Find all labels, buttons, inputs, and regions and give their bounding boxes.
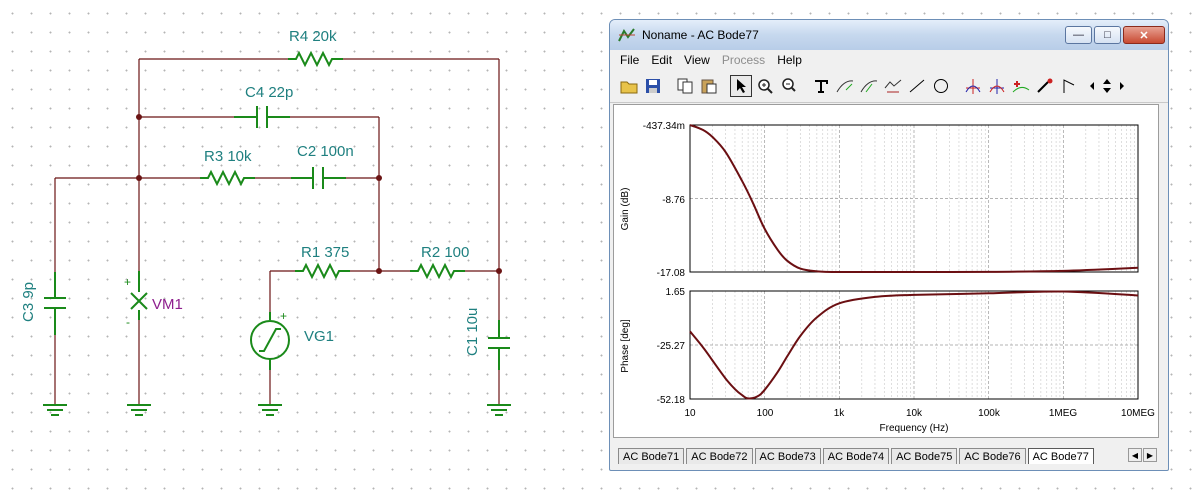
data-icon[interactable] (1010, 75, 1032, 97)
vm1-plus-sign: + (124, 275, 131, 289)
menu-file[interactable]: File (614, 53, 645, 67)
scroll-left-icon[interactable] (1086, 75, 1098, 97)
close-button[interactable]: ✕ (1123, 26, 1165, 44)
menu-edit[interactable]: Edit (645, 53, 678, 67)
tab-ac-bode76[interactable]: AC Bode76 (959, 448, 1026, 464)
phase-ytick-mid: -25.27 (657, 341, 686, 352)
menu-help[interactable]: Help (771, 53, 808, 67)
probe-icon[interactable] (1034, 75, 1056, 97)
vm1-minus-sign: - (126, 315, 130, 329)
cursor-curve-icon[interactable] (834, 75, 856, 97)
zoom-100-icon[interactable] (778, 75, 800, 97)
r4-resistor[interactable] (288, 50, 343, 68)
bode-window: Noname - AC Bode77 — □ ✕ File Edit View … (609, 19, 1169, 471)
paste-icon[interactable] (698, 75, 720, 97)
vm1-voltmeter[interactable] (130, 271, 148, 320)
tab-ac-bode77[interactable]: AC Bode77 (1027, 448, 1094, 464)
xlabel: Frequency (Hz) (880, 423, 949, 434)
phase-ytick-top: 1.65 (666, 287, 686, 298)
marker-icon[interactable] (1058, 75, 1080, 97)
r3-resistor[interactable] (200, 169, 255, 187)
bode-plot-area[interactable]: -437.34m -8.76 -17.08 Gain (dB) 1.65 -25… (613, 104, 1159, 438)
r4-label: R4 20k (289, 28, 337, 45)
wires (54, 58, 500, 405)
ground-symbols (43, 404, 511, 416)
xtick-1k: 1k (834, 408, 846, 419)
tab-ac-bode73[interactable]: AC Bode73 (754, 448, 821, 464)
tab-ac-bode75[interactable]: AC Bode75 (891, 448, 958, 464)
r1-label: R1 375 (301, 244, 349, 261)
copy-icon[interactable] (674, 75, 696, 97)
pointer-icon[interactable] (730, 75, 752, 97)
c1-label: C1 10u (464, 308, 481, 356)
tab-scroll-right-icon[interactable]: ▶ (1143, 448, 1157, 462)
gain-ytick-mid: -8.76 (662, 195, 685, 206)
save-icon[interactable] (642, 75, 664, 97)
phase-ylabel: Phase [deg] (620, 319, 631, 373)
xtick-10meg: 10MEG (1121, 408, 1155, 419)
c1-capacitor[interactable] (488, 320, 510, 370)
bode-plot: -437.34m -8.76 -17.08 Gain (dB) 1.65 -25… (620, 121, 1155, 434)
c4-label: C4 22p (245, 84, 293, 101)
gain-ytick-top: -437.34m (643, 121, 685, 132)
title-bar[interactable]: Noname - AC Bode77 — □ ✕ (610, 20, 1168, 50)
line-icon[interactable] (906, 75, 928, 97)
vg1-plus-sign: + (280, 309, 287, 323)
c2-label: C2 100n (297, 143, 354, 160)
text-icon[interactable] (810, 75, 832, 97)
toolbar (610, 70, 1168, 103)
r2-resistor[interactable] (410, 262, 465, 280)
xtick-1meg: 1MEG (1049, 408, 1078, 419)
cursor-a-icon[interactable] (962, 75, 984, 97)
vm1-label: VM1 (152, 296, 183, 313)
phase-ytick-bottom: -52.18 (657, 395, 686, 406)
c4-capacitor[interactable] (234, 106, 290, 128)
schematic-canvas[interactable]: + - + R4 20k C4 22p R3 10k C2 100n R1 37… (0, 0, 600, 496)
xtick-100: 100 (757, 408, 774, 419)
cursor-b-icon[interactable] (986, 75, 1008, 97)
xtick-100k: 100k (978, 408, 1001, 419)
gain-ytick-bottom: -17.08 (657, 268, 686, 279)
menu-view[interactable]: View (678, 53, 716, 67)
app-icon (618, 28, 635, 42)
r3-label: R3 10k (204, 148, 252, 165)
tab-ac-bode74[interactable]: AC Bode74 (822, 448, 890, 464)
minimize-button[interactable]: — (1065, 26, 1092, 44)
grid (689, 125, 1139, 399)
tab-ac-bode72[interactable]: AC Bode72 (686, 448, 753, 464)
zoom-in-icon[interactable] (754, 75, 776, 97)
open-icon[interactable] (618, 75, 640, 97)
c3-capacitor[interactable] (44, 272, 66, 335)
tab-ac-bode71[interactable]: AC Bode71 (618, 448, 685, 464)
menu-process[interactable]: Process (716, 53, 771, 67)
gain-ylabel: Gain (dB) (620, 188, 631, 231)
tab-bar: AC Bode71 AC Bode72 AC Bode73 AC Bode74 … (610, 444, 1168, 464)
xtick-10: 10 (684, 408, 696, 419)
circle-icon[interactable] (930, 75, 952, 97)
cursor-curve2-icon[interactable] (858, 75, 880, 97)
scroll-updown-icon[interactable] (1100, 75, 1114, 97)
menu-bar: File Edit View Process Help (610, 50, 1168, 70)
xtick-10k: 10k (906, 408, 923, 419)
scroll-right-icon[interactable] (1116, 75, 1128, 97)
window-title: Noname - AC Bode77 (642, 28, 759, 42)
vg1-label: VG1 (304, 328, 334, 345)
c2-capacitor[interactable] (291, 167, 346, 189)
tab-scroll-left-icon[interactable]: ◀ (1128, 448, 1142, 462)
r2-label: R2 100 (421, 244, 469, 261)
r1-resistor[interactable] (295, 262, 350, 280)
cursor-edit-icon[interactable] (882, 75, 904, 97)
maximize-button[interactable]: □ (1094, 26, 1121, 44)
c3-label: C3 9p (20, 282, 37, 322)
